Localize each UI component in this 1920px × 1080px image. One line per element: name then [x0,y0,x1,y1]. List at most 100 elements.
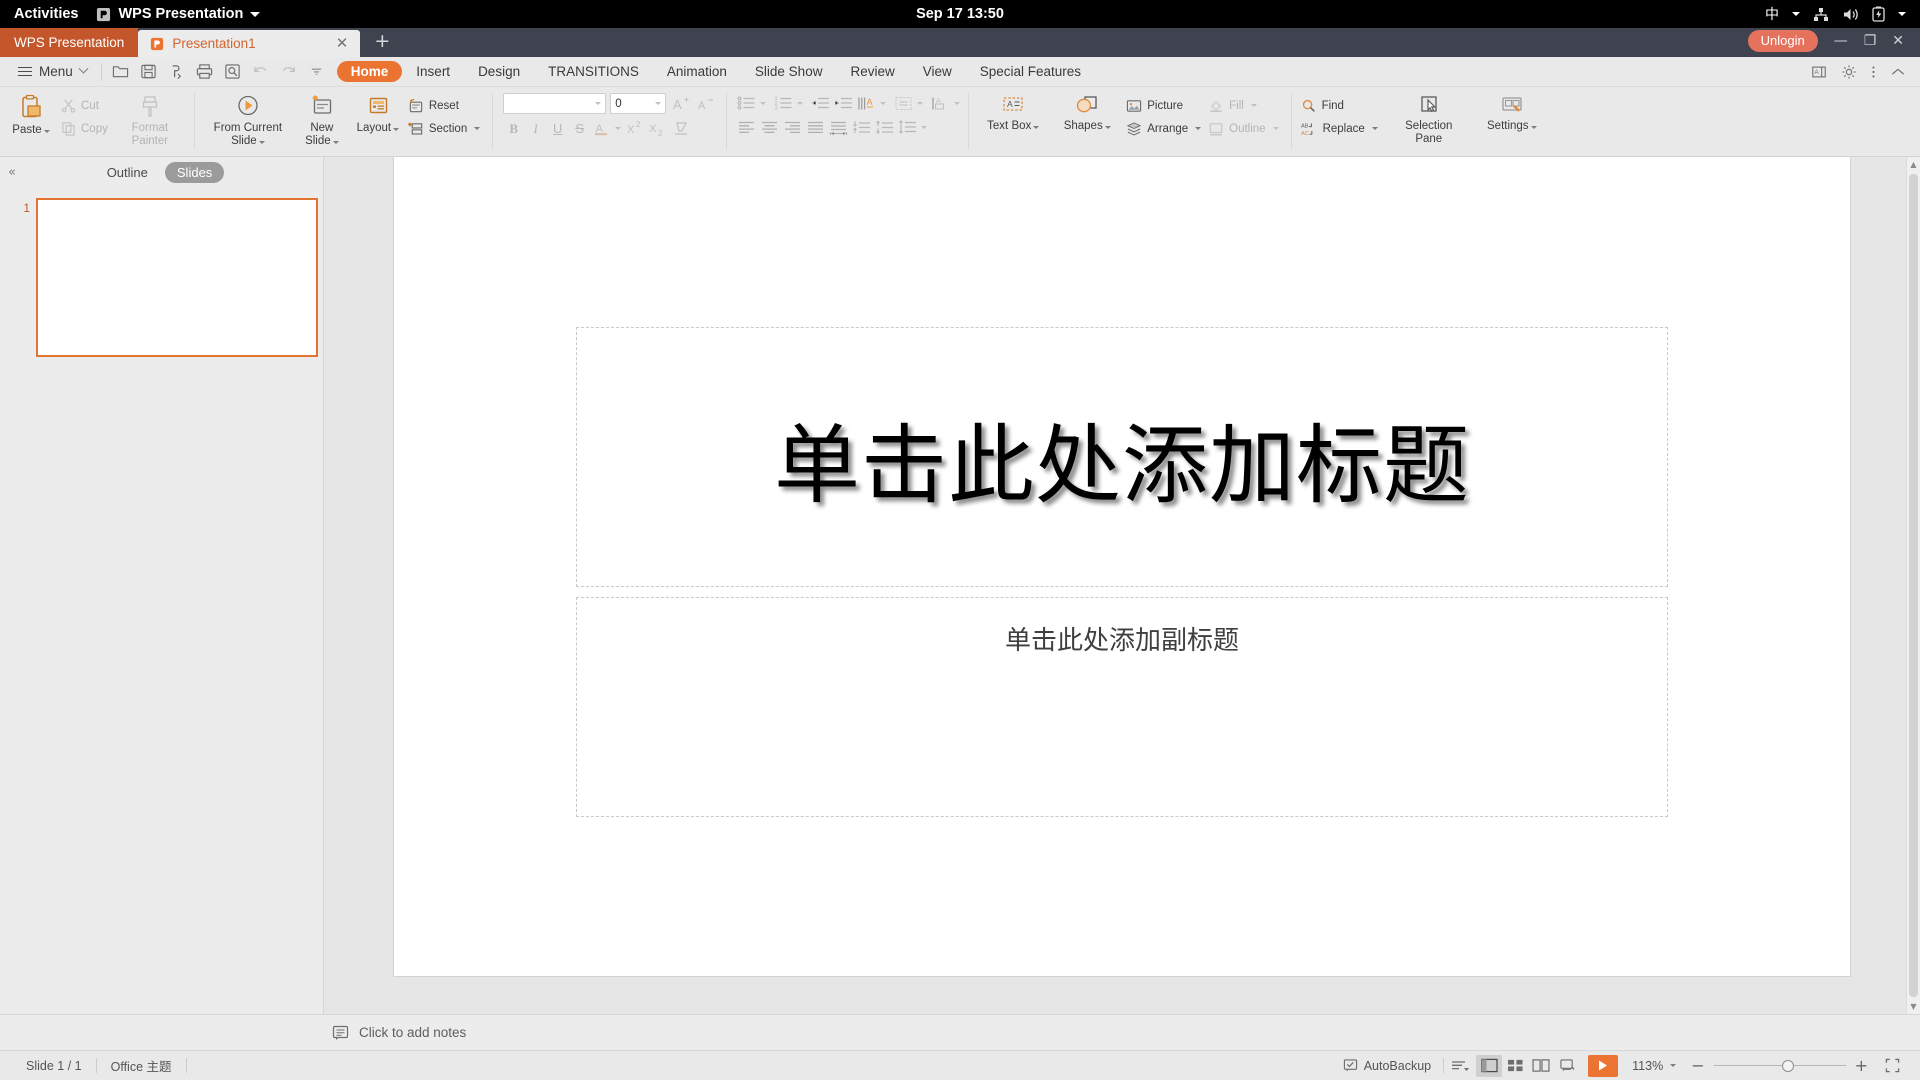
slide-panel-tabs: Outline Slides [95,162,255,183]
gear-icon[interactable] [1841,64,1857,80]
scroll-up-icon[interactable]: ▲ [1910,157,1916,172]
normal-view-icon[interactable] [1476,1054,1503,1077]
arrange-button[interactable]: Arrange [1124,118,1206,139]
font-color-button: A [591,118,612,139]
theme-label[interactable]: Office 主题 [97,1056,186,1075]
tab-review[interactable]: Review [836,61,908,82]
restore-button[interactable]: ❐ [1864,34,1877,48]
activities-button[interactable]: Activities [14,6,78,22]
slide-editing-stage[interactable]: 单击此处添加标题 单击此处添加副标题 ▲ ▼ [324,157,1920,1014]
system-menu-caret-icon[interactable] [1898,12,1906,16]
ribbon-tabs: Home Insert Design TRANSITIONS Animation… [336,61,1095,82]
autobackup-button[interactable]: AutoBackup [1331,1058,1443,1073]
gnome-app-menu[interactable]: WPS Presentation [96,6,261,22]
ime-indicator[interactable]: 中 [1765,4,1779,24]
zoom-slider-knob[interactable] [1781,1059,1794,1072]
collapse-ribbon-icon[interactable] [1890,66,1906,78]
settings-button[interactable]: Settings [1475,89,1549,133]
fit-to-window-button[interactable] [1877,1058,1908,1073]
replace-button[interactable]: AB AC Replace [1299,118,1383,139]
new-tab-button[interactable]: + [360,31,404,51]
subtitle-placeholder[interactable]: 单击此处添加副标题 [576,597,1668,817]
reset-button[interactable]: Reset [406,95,485,116]
format-painter-button: Format Painter [113,89,187,147]
ime-chevron-down-icon[interactable] [1792,12,1800,16]
close-window-button[interactable]: ✕ [1892,34,1904,48]
tab-slides[interactable]: Slides [164,162,225,183]
reading-view-icon[interactable] [1528,1055,1554,1077]
close-icon[interactable]: ✕ [334,36,351,51]
replace-label: Replace [1322,122,1365,135]
tab-wps-presentation[interactable]: WPS Presentation [0,28,139,57]
volume-icon[interactable] [1842,7,1859,22]
svg-text:A: A [673,97,682,112]
decrease-line-spacing-icon [850,117,872,138]
thumbnail-preview[interactable] [36,198,318,357]
document-mode-icon[interactable]: A [1811,64,1827,80]
font-name-input[interactable] [503,93,607,114]
tab-special-features[interactable]: Special Features [966,61,1095,82]
tab-presentation1[interactable]: Presentation1 ✕ [138,30,361,57]
tab-outline[interactable]: Outline [95,162,160,183]
customize-qat-icon[interactable] [304,60,329,84]
font-size-input[interactable]: 0 [610,93,667,114]
slide-sorter-icon[interactable] [1502,1055,1528,1077]
print-icon[interactable] [192,60,217,84]
find-replace-col: Find AB AC Replace [1299,89,1383,139]
tab-slide-show[interactable]: Slide Show [741,61,837,82]
open-icon[interactable] [108,60,133,84]
scroll-down-icon[interactable]: ▼ [1910,999,1916,1014]
divider [492,93,494,149]
export-pdf-icon[interactable] [164,60,189,84]
picture-button[interactable]: Picture [1124,95,1206,116]
save-icon[interactable] [136,60,161,84]
new-slide-button[interactable]: New Slide [294,89,350,147]
minimize-button[interactable]: — [1834,34,1848,48]
tab-view[interactable]: View [909,61,966,82]
thumbnail-list: 1 [0,188,323,1014]
zoom-level-button[interactable]: 113% [1626,1059,1682,1073]
outline-button: Outline [1206,118,1283,139]
zoom-out-button[interactable]: − [1682,1057,1713,1074]
text-box-button[interactable]: A Text Box [976,89,1050,133]
from-current-slide-label: From Current Slide [213,122,283,147]
ribbon-group-clipboard: Paste Cut Copy Format Painter [0,89,190,157]
view-options-icon[interactable] [1444,1055,1476,1077]
more-options-icon[interactable] [1871,64,1876,80]
vertical-scrollbar[interactable]: ▲ ▼ [1906,157,1920,1014]
tab-animation[interactable]: Animation [653,61,741,82]
tab-home[interactable]: Home [336,61,403,82]
unlogin-button[interactable]: Unlogin [1747,30,1818,52]
format-painter-label: Format Painter [131,122,169,147]
layout-button[interactable]: Layout [350,89,406,135]
play-slideshow-button[interactable] [1588,1054,1619,1077]
zoom-slider[interactable] [1713,1059,1846,1073]
tab-transitions[interactable]: TRANSITIONS [534,61,653,82]
notes-view-icon[interactable] [1554,1055,1580,1077]
paste-button[interactable]: Paste [3,89,59,137]
find-button[interactable]: Find [1299,95,1383,116]
collapse-panel-button[interactable]: « [8,165,34,180]
from-current-slide-button[interactable]: From Current Slide [202,89,294,147]
section-button[interactable]: Section [406,118,485,139]
tab-insert[interactable]: Insert [402,61,464,82]
menu-button[interactable]: Menu [10,63,95,79]
fill-button: Fill [1206,95,1283,116]
print-preview-icon[interactable] [220,60,245,84]
scrollbar-thumb[interactable] [1909,174,1918,997]
selection-pane-button[interactable]: Selection Pane [1383,89,1475,145]
shapes-button[interactable]: Shapes [1050,89,1124,133]
gnome-clock[interactable]: Sep 17 13:50 [0,0,1920,28]
settings-label: Settings [1487,120,1537,133]
notes-pane[interactable]: Click to add notes [0,1014,1920,1050]
align-center-icon [758,117,780,138]
title-placeholder[interactable]: 单击此处添加标题 [576,327,1668,587]
divider [100,62,102,81]
slide-canvas[interactable]: 单击此处添加标题 单击此处添加副标题 [394,157,1850,976]
zoom-in-button[interactable]: + [1846,1057,1877,1074]
tab-design[interactable]: Design [464,61,534,82]
tab-doc-label: Presentation1 [172,36,256,51]
thumbnail-item-1[interactable]: 1 [0,196,323,357]
network-icon[interactable] [1813,7,1829,22]
battery-icon[interactable] [1872,6,1885,22]
